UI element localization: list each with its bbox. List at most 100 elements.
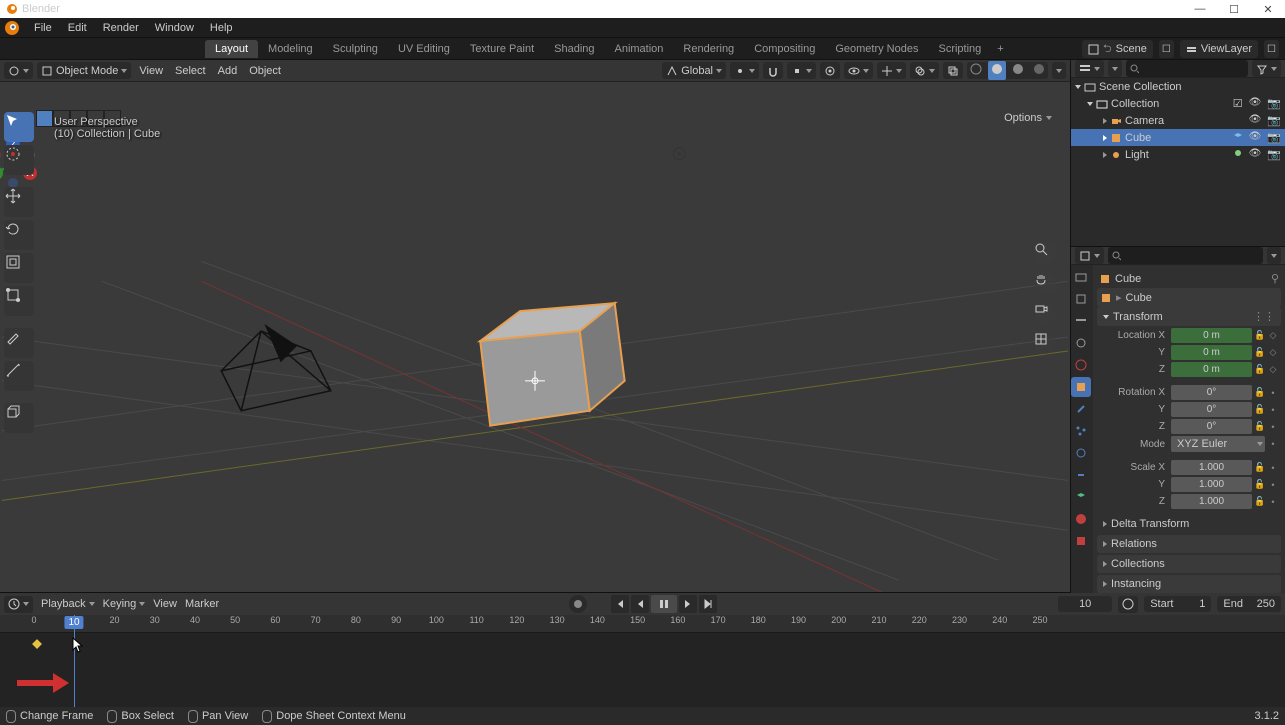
- timeline-menu-playback[interactable]: Playback: [41, 598, 95, 610]
- overlay-toggle[interactable]: [910, 62, 939, 79]
- scene-selector[interactable]: ⮌Scene: [1082, 40, 1153, 58]
- pin-icon[interactable]: ⚲: [1271, 272, 1279, 285]
- render-icon[interactable]: 📷: [1267, 148, 1281, 161]
- field-scale-y[interactable]: 1.000: [1171, 477, 1252, 492]
- viewport-menu-add[interactable]: Add: [214, 65, 242, 77]
- tab-animation[interactable]: Animation: [605, 40, 674, 58]
- shading-rendered[interactable]: [1030, 61, 1048, 80]
- play-pause-button[interactable]: [651, 595, 677, 613]
- properties-editor-selector[interactable]: [1075, 247, 1104, 264]
- add-workspace-button[interactable]: +: [991, 43, 1009, 55]
- jump-end-button[interactable]: [699, 595, 717, 613]
- panel-transform[interactable]: Transform⋮⋮: [1097, 307, 1281, 326]
- outliner-display-selector[interactable]: [1108, 60, 1122, 77]
- select-mode-1[interactable]: [36, 110, 53, 127]
- properties-search-input[interactable]: [1124, 250, 1259, 261]
- minimize-button[interactable]: —: [1183, 0, 1217, 18]
- xray-toggle[interactable]: [943, 62, 963, 79]
- gizmo-toggle[interactable]: [877, 62, 906, 79]
- visibility-toggle[interactable]: [844, 62, 873, 79]
- tool-measure[interactable]: [4, 361, 34, 391]
- editor-type-selector[interactable]: [4, 62, 33, 79]
- perspective-toggle-button[interactable]: [1034, 332, 1056, 354]
- snap-toggle[interactable]: [763, 62, 783, 79]
- render-icon[interactable]: 📷: [1267, 114, 1281, 127]
- checkbox-icon[interactable]: ☑: [1233, 97, 1243, 110]
- shading-solid[interactable]: [988, 61, 1006, 80]
- proptab-texture[interactable]: [1071, 531, 1091, 551]
- next-key-button[interactable]: [679, 595, 697, 613]
- tab-modeling[interactable]: Modeling: [258, 40, 323, 58]
- render-icon[interactable]: 📷: [1267, 131, 1281, 144]
- new-scene-button[interactable]: ☐: [1159, 40, 1174, 58]
- autokey-toggle[interactable]: [569, 595, 587, 613]
- menu-window[interactable]: Window: [147, 22, 202, 34]
- viewport-options-button[interactable]: Options: [996, 110, 1060, 126]
- field-rotation-x[interactable]: 0°: [1171, 385, 1252, 400]
- tool-move[interactable]: [4, 187, 34, 217]
- properties-options-button[interactable]: [1267, 247, 1281, 264]
- field-location-z[interactable]: 0 m: [1171, 362, 1252, 377]
- eye-icon[interactable]: 👁: [1249, 114, 1262, 127]
- mode-selector[interactable]: Object Mode: [37, 62, 131, 79]
- proptab-particles[interactable]: [1071, 421, 1091, 441]
- menu-help[interactable]: Help: [202, 22, 241, 34]
- tab-compositing[interactable]: Compositing: [744, 40, 825, 58]
- snap-type-selector[interactable]: [787, 62, 816, 79]
- tool-annotate[interactable]: [4, 328, 34, 358]
- zoom-button[interactable]: [1034, 242, 1056, 264]
- viewport-menu-object[interactable]: Object: [245, 65, 285, 77]
- viewlayer-selector[interactable]: ViewLayer: [1180, 40, 1258, 58]
- menu-edit[interactable]: Edit: [60, 22, 95, 34]
- tool-scale[interactable]: [4, 253, 34, 283]
- proptab-physics[interactable]: [1071, 443, 1091, 463]
- pan-button[interactable]: [1034, 272, 1056, 294]
- camera-view-button[interactable]: [1034, 302, 1056, 324]
- tab-sculpting[interactable]: Sculpting: [323, 40, 388, 58]
- field-mode[interactable]: XYZ Euler: [1171, 436, 1265, 452]
- outliner[interactable]: Scene Collection Collection☑👁📷 Camera👁📷 …: [1071, 78, 1285, 246]
- jump-start-button[interactable]: [611, 595, 629, 613]
- 3d-viewport[interactable]: User Perspective (10) Collection | Cube …: [0, 82, 1070, 592]
- viewport-menu-select[interactable]: Select: [171, 65, 210, 77]
- proptab-scene[interactable]: [1071, 333, 1091, 353]
- tool-addcube[interactable]: [4, 403, 34, 433]
- proportional-edit-toggle[interactable]: [820, 62, 840, 79]
- outliner-scene-collection[interactable]: Scene Collection: [1071, 78, 1285, 95]
- eye-icon[interactable]: 👁: [1249, 131, 1262, 144]
- timeline-editor-selector[interactable]: [4, 596, 33, 613]
- proptab-data[interactable]: [1071, 487, 1091, 507]
- field-scale-z[interactable]: 1.000: [1171, 494, 1252, 509]
- tool-select-box[interactable]: [4, 112, 34, 142]
- outliner-editor-selector[interactable]: [1075, 60, 1104, 77]
- field-rotation-y[interactable]: 0°: [1171, 402, 1252, 417]
- tab-layout[interactable]: Layout: [205, 40, 258, 58]
- panel-relations[interactable]: Relations: [1097, 535, 1281, 553]
- pivot-selector[interactable]: [730, 62, 759, 79]
- panel-delta-transform[interactable]: Delta Transform: [1097, 515, 1281, 533]
- tab-geometrynodes[interactable]: Geometry Nodes: [825, 40, 928, 58]
- viewport-menu-view[interactable]: View: [135, 65, 167, 77]
- tab-shading[interactable]: Shading: [544, 40, 604, 58]
- maximize-button[interactable]: ☐: [1217, 0, 1251, 18]
- eye-icon[interactable]: 👁: [1249, 148, 1262, 161]
- timeline-track[interactable]: 0102030405060708090100110120130140150160…: [0, 615, 1285, 707]
- end-frame-field[interactable]: End250: [1217, 596, 1281, 612]
- timeline-sync-button[interactable]: [1118, 596, 1138, 613]
- tab-rendering[interactable]: Rendering: [673, 40, 744, 58]
- outliner-item-camera[interactable]: Camera👁📷: [1071, 112, 1285, 129]
- tab-texturepaint[interactable]: Texture Paint: [460, 40, 544, 58]
- tool-cursor[interactable]: [4, 145, 34, 175]
- panel-collections[interactable]: Collections: [1097, 555, 1281, 573]
- field-location-x[interactable]: 0 m: [1171, 328, 1252, 343]
- new-viewlayer-button[interactable]: ☐: [1264, 40, 1279, 58]
- shading-material[interactable]: [1009, 61, 1027, 80]
- properties-name-field[interactable]: ▸Cube: [1097, 288, 1281, 307]
- lock-icon[interactable]: 🔓: [1254, 330, 1266, 342]
- proptab-modifiers[interactable]: [1071, 399, 1091, 419]
- tool-rotate[interactable]: [4, 220, 34, 250]
- outliner-filter-button[interactable]: [1252, 60, 1281, 77]
- proptab-viewlayer[interactable]: [1071, 311, 1091, 331]
- render-icon[interactable]: 📷: [1267, 97, 1281, 110]
- proptab-render[interactable]: [1071, 267, 1091, 287]
